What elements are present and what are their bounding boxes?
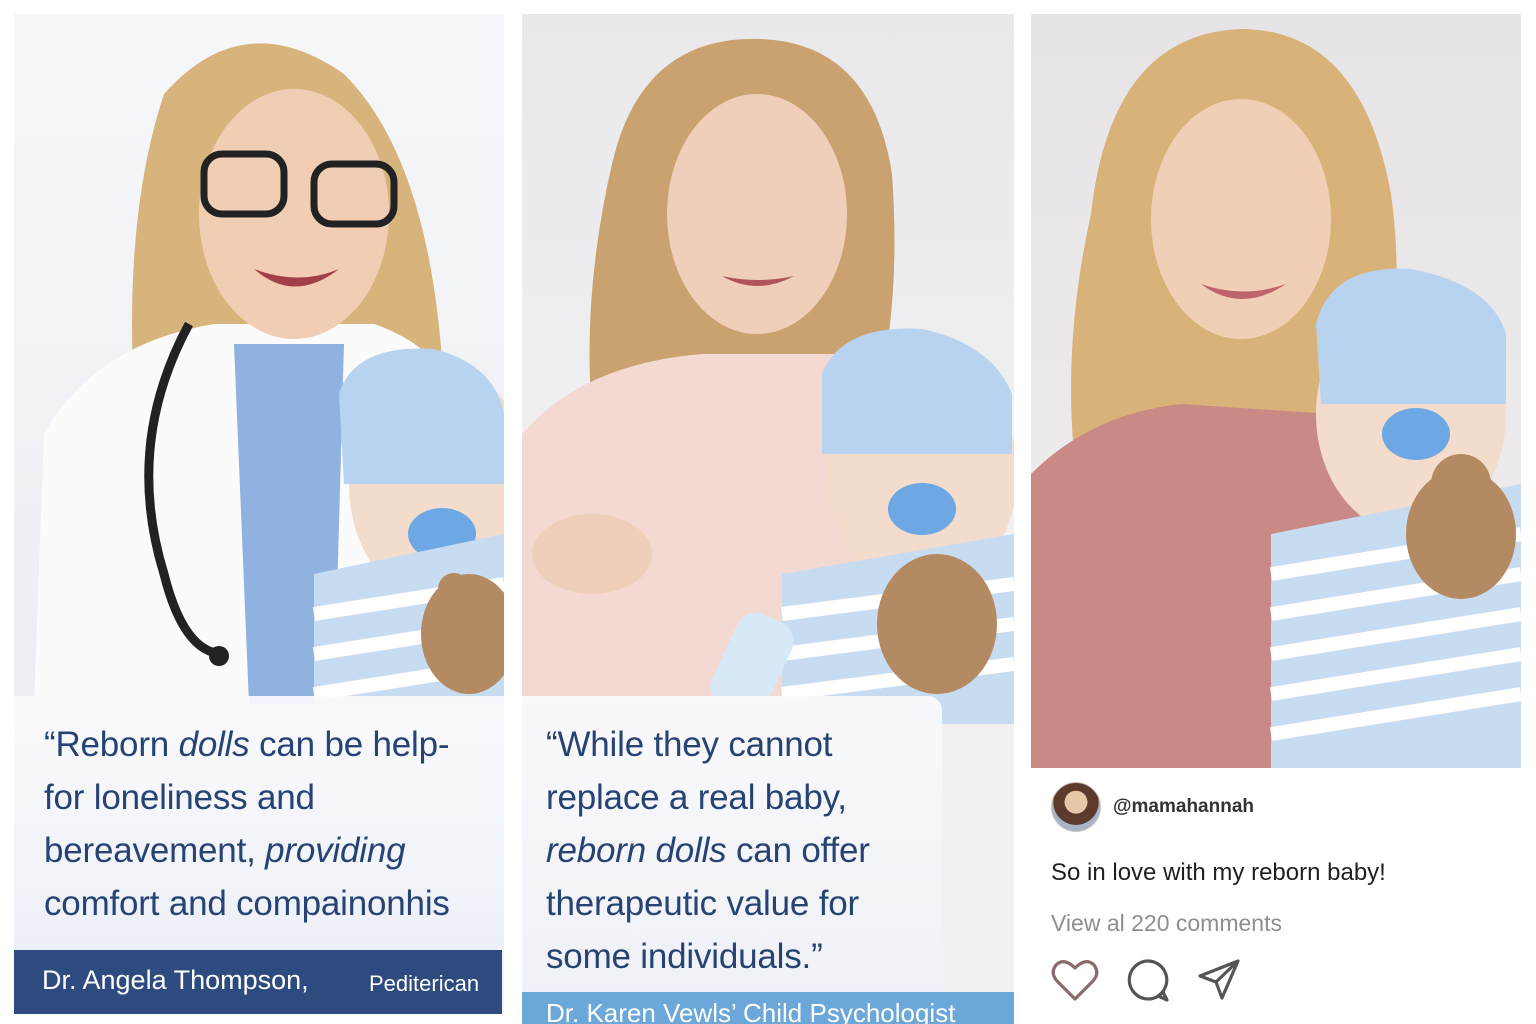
quote-line: bereavement, providing [44, 824, 450, 877]
quote-text: “Reborn dolls can be help- for lonelines… [44, 718, 450, 930]
quote-line: for loneliness and [44, 771, 450, 824]
quote-line: reborn dolls can offer [546, 824, 870, 877]
post-header: @mamahannah [1051, 782, 1511, 832]
quote-span: comfort and compainonhis [44, 884, 450, 923]
quote-span: replace a real baby, [546, 778, 847, 817]
doctor-with-reborn-doll-photo [14, 14, 504, 704]
quote-span-italic: dolls [178, 725, 250, 764]
attribution-role: Pediterican [369, 971, 480, 996]
attribution-bar: Dr. Karen Vewls’ Child Psychologist [522, 992, 1014, 1024]
quote-span-italic: providing [265, 831, 406, 870]
quote-span: therapeutic value for [546, 884, 859, 923]
view-comments-link[interactable]: View al 220 comments [1051, 910, 1282, 937]
quote-span: “Reborn [44, 725, 179, 764]
quote-card-pediatrician: “Reborn dolls can be help- for lonelines… [14, 14, 504, 1014]
username-handle[interactable]: @mamahannah [1113, 796, 1254, 818]
quote-box: “Reborn dolls can be help- for lonelines… [14, 696, 504, 950]
quote-span: can be help- [249, 725, 450, 764]
quote-line: replace a real baby, [546, 771, 870, 824]
quote-line: “While they cannot [546, 718, 870, 771]
quote-span-italic: reborn dolls [546, 831, 727, 870]
quote-line: comfort and compainonhis [44, 877, 450, 930]
psychologist-with-reborn-doll-photo [522, 14, 1014, 724]
quote-box: “While they cannot replace a real baby, … [522, 696, 942, 996]
post-actions [1049, 954, 1269, 1010]
post-caption: So in love with my reborn baby! [1051, 859, 1386, 886]
attribution-name: Dr. Angela Thompson, [42, 965, 309, 995]
post-photo-woman-with-reborn-doll[interactable] [1031, 14, 1521, 768]
attribution-name: Dr. Karen Vewls’ Child Psychologist [546, 998, 956, 1024]
comment-bubble-icon[interactable] [1121, 954, 1173, 1006]
quote-line: therapeutic value for [546, 877, 870, 930]
send-paper-plane-icon[interactable] [1193, 954, 1245, 1006]
avatar[interactable] [1051, 782, 1101, 832]
quote-span: for loneliness and [44, 778, 315, 817]
attribution-bar: Dr. Angela Thompson, Pediterican [14, 950, 502, 1014]
quote-span: “While they cannot [546, 725, 833, 764]
quote-line: some individuals.” [546, 930, 870, 983]
social-post: @mamahannah So in love with my reborn ba… [1031, 14, 1521, 1024]
quote-text: “While they cannot replace a real baby, … [546, 718, 870, 983]
quote-span: can offer [726, 831, 870, 870]
quote-span: some individuals.” [546, 937, 823, 976]
quote-line: “Reborn dolls can be help- [44, 718, 450, 771]
quote-card-child-psychologist: “While they cannot replace a real baby, … [522, 14, 1014, 1024]
quote-span: bereavement, [44, 831, 266, 870]
heart-icon[interactable] [1049, 954, 1101, 1006]
